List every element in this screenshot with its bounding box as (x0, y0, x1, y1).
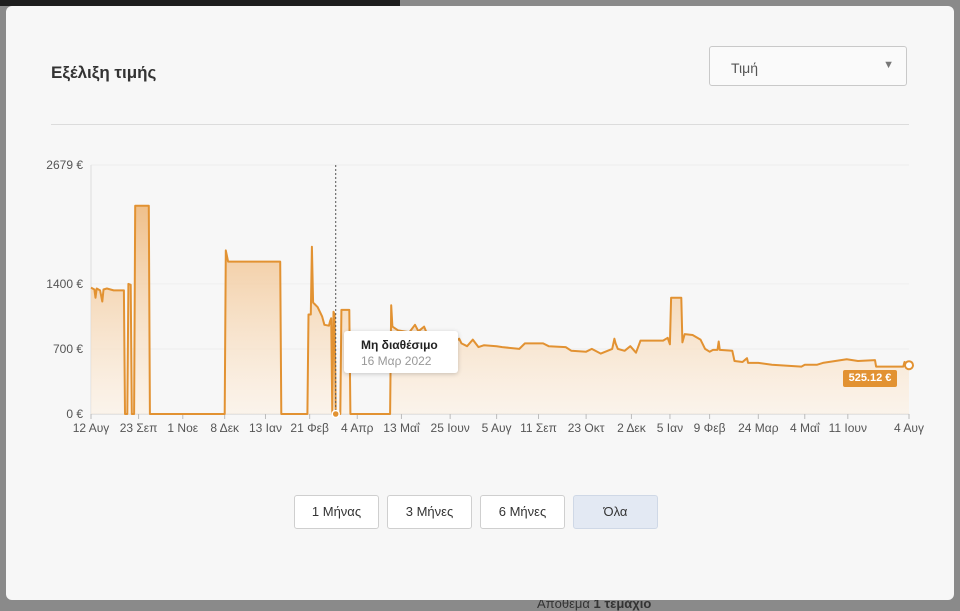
grid-lines (91, 164, 909, 350)
range-1-month-button[interactable]: 1 Μήνας (294, 495, 379, 529)
current-price-point (904, 360, 914, 371)
range-3-months-button[interactable]: 3 Μήνες (387, 495, 472, 529)
x-tick-label: 5 Ιαν (657, 421, 683, 435)
x-tick-label: 8 Δεκ (210, 421, 240, 435)
x-tick-label: 11 Ιουν (829, 421, 867, 435)
x-tick-label: 9 Φεβ (694, 421, 726, 435)
tooltip-title: Μη διαθέσιμο (361, 338, 438, 352)
x-tick-label: 4 Αυγ (894, 421, 924, 435)
tooltip-date: 16 Μαρ 2022 (361, 354, 432, 368)
x-tick-label: 23 Σεπ (120, 421, 158, 435)
x-tick-label: 12 Αυγ (73, 421, 110, 435)
y-tick-label: 0 € (66, 407, 83, 421)
x-tick-label: 5 Αυγ (482, 421, 512, 435)
chart-tooltip: Μη διαθέσιμο 16 Μαρ 2022 (344, 331, 458, 373)
x-tick-label: 21 Φεβ (290, 421, 329, 435)
hover-point (331, 409, 340, 419)
x-tick-label: 25 Ιουν (431, 421, 470, 435)
x-tick-label: 2 Δεκ (617, 421, 647, 435)
x-tick-label: 24 Μαρ (738, 421, 779, 435)
range-6-months-button[interactable]: 6 Μήνες (480, 495, 565, 529)
range-all-button[interactable]: Όλα (573, 495, 658, 529)
x-tick-label: 4 Απρ (341, 421, 374, 435)
current-price-badge: 525.12 € (843, 370, 897, 387)
x-tick-label: 11 Σεπ (520, 421, 557, 435)
y-tick-label: 1400 € (46, 277, 83, 291)
price-area (90, 204, 909, 415)
price-area-fill (91, 205, 909, 414)
y-tick-label: 700 € (53, 342, 83, 356)
y-tick-label: 2679 € (46, 158, 83, 172)
x-tick-label: 4 Μαΐ (790, 421, 821, 435)
x-tick-label: 23 Οκτ (568, 421, 605, 435)
x-tick-label: 13 Ιαν (249, 421, 282, 435)
x-tick-label: 13 Μαΐ (383, 421, 421, 435)
x-tick-label: 1 Νοε (167, 421, 198, 435)
